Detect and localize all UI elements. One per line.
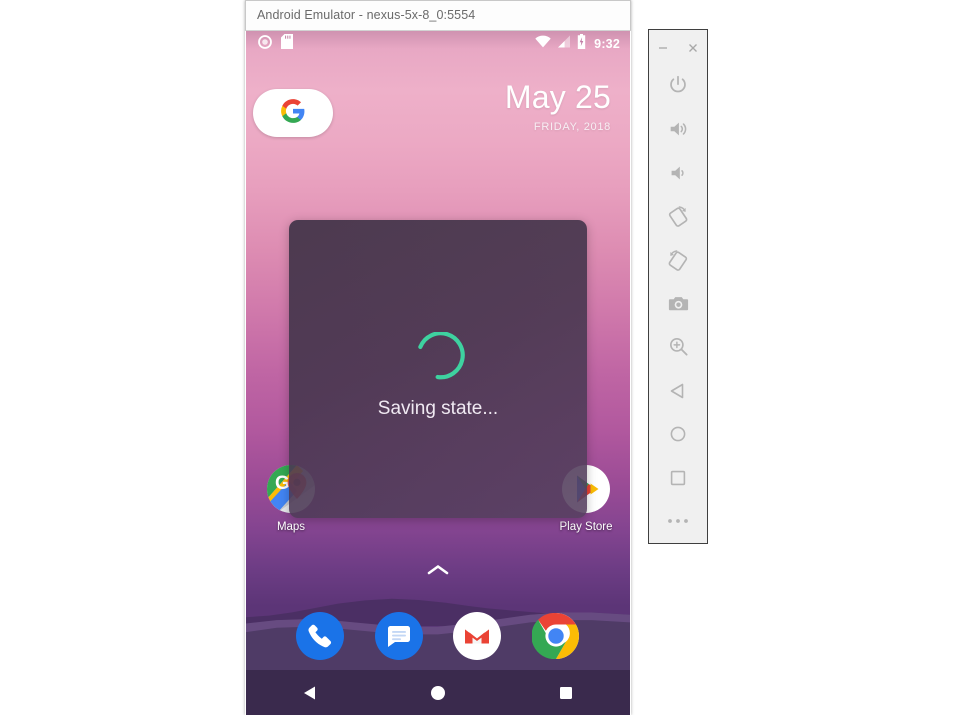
toolbar-overview-square-icon[interactable] (648, 456, 708, 500)
nav-home-circle-icon[interactable] (414, 670, 462, 715)
power-icon[interactable] (648, 64, 708, 108)
home-app-label: Maps (276, 521, 306, 533)
date-widget-subtitle: FRIDAY, 2018 (533, 121, 611, 133)
window-title-text: Android Emulator - nexus-5x-8_0:5554 (257, 8, 476, 22)
volume-up-icon[interactable] (648, 107, 708, 151)
volume-down-icon[interactable] (648, 151, 708, 195)
dock-app-phone[interactable] (296, 612, 345, 660)
zoom-in-icon[interactable] (648, 325, 708, 369)
wifi-icon (535, 35, 551, 53)
google-search-widget[interactable] (253, 89, 333, 137)
navigation-bar (246, 670, 630, 715)
sd-card-icon (281, 34, 293, 54)
dock-app-gmail[interactable] (453, 612, 502, 660)
window-title-bar[interactable]: Android Emulator - nexus-5x-8_0:5554 (245, 0, 631, 31)
toolbar-home-circle-icon[interactable] (648, 412, 708, 456)
nav-overview-square-icon[interactable] (542, 670, 590, 715)
emulator-window-controls (649, 32, 707, 64)
status-bar-clock: 9:32 (594, 37, 620, 51)
saving-state-message: Saving state... (377, 398, 499, 419)
more-dots-icon[interactable] (648, 499, 708, 543)
svg-text:G: G (275, 473, 290, 494)
rotate-right-icon[interactable] (648, 238, 708, 282)
saving-state-dialog: Saving state... (289, 220, 587, 518)
dock-app-chrome[interactable] (530, 612, 580, 660)
close-icon[interactable] (685, 40, 701, 56)
app-drawer-chevron-up-icon[interactable] (427, 563, 449, 577)
emulator-window: Android Emulator - nexus-5x-8_0:5554 9:3… (245, 0, 631, 715)
home-app-label: Play Store (559, 521, 613, 533)
google-g-icon (280, 98, 306, 129)
cell-signal-icon (557, 35, 571, 53)
rotate-left-icon[interactable] (648, 194, 708, 238)
battery-charging-icon (577, 34, 586, 54)
toolbar-back-triangle-icon[interactable] (648, 369, 708, 413)
date-widget[interactable]: May 25 FRIDAY, 2018 (505, 79, 611, 133)
status-bar-right-icons: 9:32 (535, 31, 620, 57)
dock (246, 593, 630, 679)
minimize-icon[interactable] (655, 40, 671, 56)
loading-spinner-icon (411, 331, 465, 386)
phone-screen[interactable]: 9:32 May 25 FRIDAY, 2018 G Maps Play Sto… (246, 31, 630, 715)
date-widget-day: May 25 (504, 79, 611, 115)
status-bar: 9:32 (246, 31, 630, 57)
screen-root: Android Emulator - nexus-5x-8_0:5554 9:3… (0, 0, 953, 715)
dock-app-messages[interactable] (374, 612, 423, 660)
nav-back-triangle-icon[interactable] (286, 670, 334, 715)
emulator-side-toolbar (648, 29, 708, 544)
camera-icon[interactable] (648, 282, 708, 326)
status-bar-left-icons (258, 31, 293, 57)
record-circle-icon (258, 34, 272, 54)
